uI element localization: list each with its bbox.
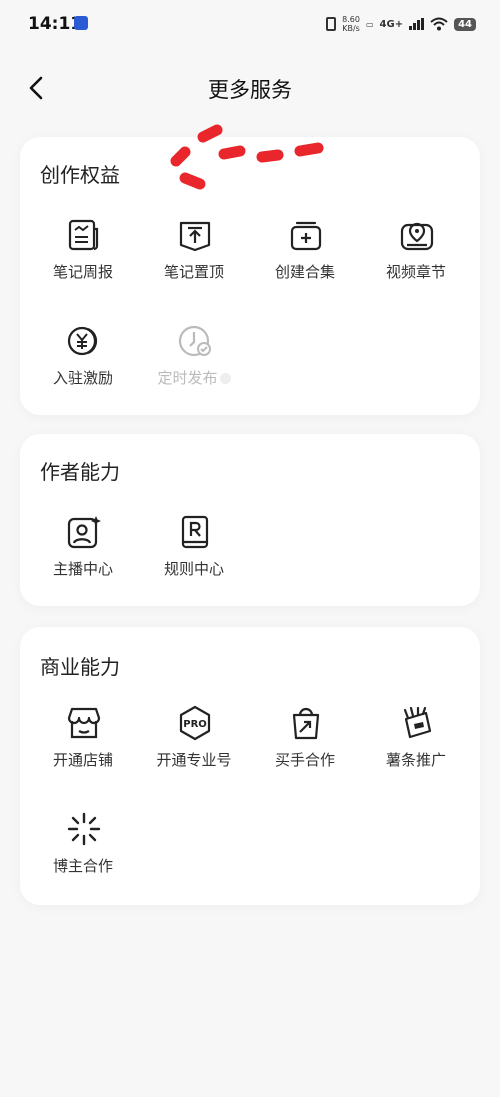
page-title: 更多服务 bbox=[208, 78, 292, 102]
app-notification-icon bbox=[74, 16, 88, 30]
section-title: 作者能力 bbox=[40, 460, 120, 484]
scheduled-publish-button[interactable]: 定时发布 bbox=[139, 323, 249, 411]
yuan-coin-icon bbox=[67, 326, 98, 356]
collection-add-icon bbox=[290, 221, 322, 251]
vibrate-icon bbox=[326, 17, 337, 31]
item-label: 创建合集 bbox=[274, 263, 335, 281]
sparkle-icon bbox=[67, 812, 101, 846]
item-label: 笔记周报 bbox=[52, 263, 113, 281]
item-label-text: 定时发布 bbox=[157, 369, 218, 387]
lock-icon bbox=[219, 373, 231, 384]
svg-text:PRO: PRO bbox=[183, 719, 207, 730]
clock-check-icon bbox=[178, 325, 211, 357]
shopping-bag-icon bbox=[292, 707, 320, 740]
section-title: 商业能力 bbox=[40, 655, 120, 679]
video-chapter-icon bbox=[400, 222, 434, 251]
rules-center-button[interactable]: 规则中心 bbox=[139, 514, 249, 602]
open-pro-button[interactable]: PRO 开通专业号 bbox=[139, 705, 249, 793]
speed-unit: KB/s bbox=[342, 24, 360, 33]
report-icon bbox=[68, 219, 99, 251]
item-label: 笔记置顶 bbox=[163, 263, 224, 281]
item-label: 博主合作 bbox=[52, 857, 113, 875]
incentive-button[interactable]: 入驻激励 bbox=[28, 323, 138, 411]
item-label: 入驻激励 bbox=[52, 369, 113, 387]
section-title: 创作权益 bbox=[40, 163, 120, 187]
item-label: 开通专业号 bbox=[156, 751, 232, 769]
section-author-abilities: 作者能力 主播中心 规则中心 bbox=[20, 434, 480, 606]
section-creation-rights: 创作权益 笔记周报 笔记置顶 创建合集 视频章节 入驻激励 定时发布 bbox=[20, 137, 480, 415]
blogger-cooperation-button[interactable]: 博主合作 bbox=[28, 811, 138, 899]
collection-add-button[interactable]: 创建合集 bbox=[250, 217, 360, 305]
item-label: 视频章节 bbox=[385, 263, 446, 281]
item-label: 定时发布 bbox=[139, 367, 249, 388]
anchor-profile-icon bbox=[67, 516, 101, 549]
shop-icon bbox=[67, 707, 101, 739]
fries-promo-icon bbox=[403, 706, 432, 739]
report-button[interactable]: 笔记周报 bbox=[28, 217, 138, 305]
buyer-cooperation-button[interactable]: 买手合作 bbox=[250, 705, 360, 793]
fries-promotion-button[interactable]: 薯条推广 bbox=[361, 705, 471, 793]
battery-level: 44 bbox=[454, 17, 476, 31]
network-type: 4G+ bbox=[379, 18, 404, 30]
nav-bar: 更多服务 bbox=[0, 60, 500, 116]
item-label: 主播中心 bbox=[52, 560, 113, 578]
wifi-icon bbox=[430, 17, 448, 31]
rules-book-icon bbox=[181, 515, 209, 549]
item-label: 买手合作 bbox=[274, 751, 335, 769]
section-business-abilities: 商业能力 开通店铺 PRO 开通专业号 买手合作 薯条推广 博主合作 bbox=[20, 627, 480, 905]
anchor-center-button[interactable]: 主播中心 bbox=[28, 514, 138, 602]
network-speed: 8.60 KB/s bbox=[342, 15, 360, 33]
pro-badge-icon: PRO bbox=[179, 705, 211, 741]
item-label: 规则中心 bbox=[163, 560, 224, 578]
item-label: 薯条推广 bbox=[385, 751, 446, 769]
status-bar: 14:11 8.60 KB/s ▭ 4G+ 44 bbox=[0, 0, 500, 48]
speed-value: 8.60 bbox=[342, 15, 360, 24]
video-chapter-button[interactable]: 视频章节 bbox=[361, 217, 471, 305]
pin-top-button[interactable]: 笔记置顶 bbox=[139, 217, 249, 305]
open-shop-button[interactable]: 开通店铺 bbox=[28, 705, 138, 793]
pin-top-icon bbox=[179, 221, 211, 252]
item-label: 开通店铺 bbox=[52, 751, 113, 769]
sim-icon: ▭ bbox=[365, 19, 374, 29]
signal-icon bbox=[409, 18, 425, 30]
status-indicators: 8.60 KB/s ▭ 4G+ 44 bbox=[326, 12, 476, 36]
